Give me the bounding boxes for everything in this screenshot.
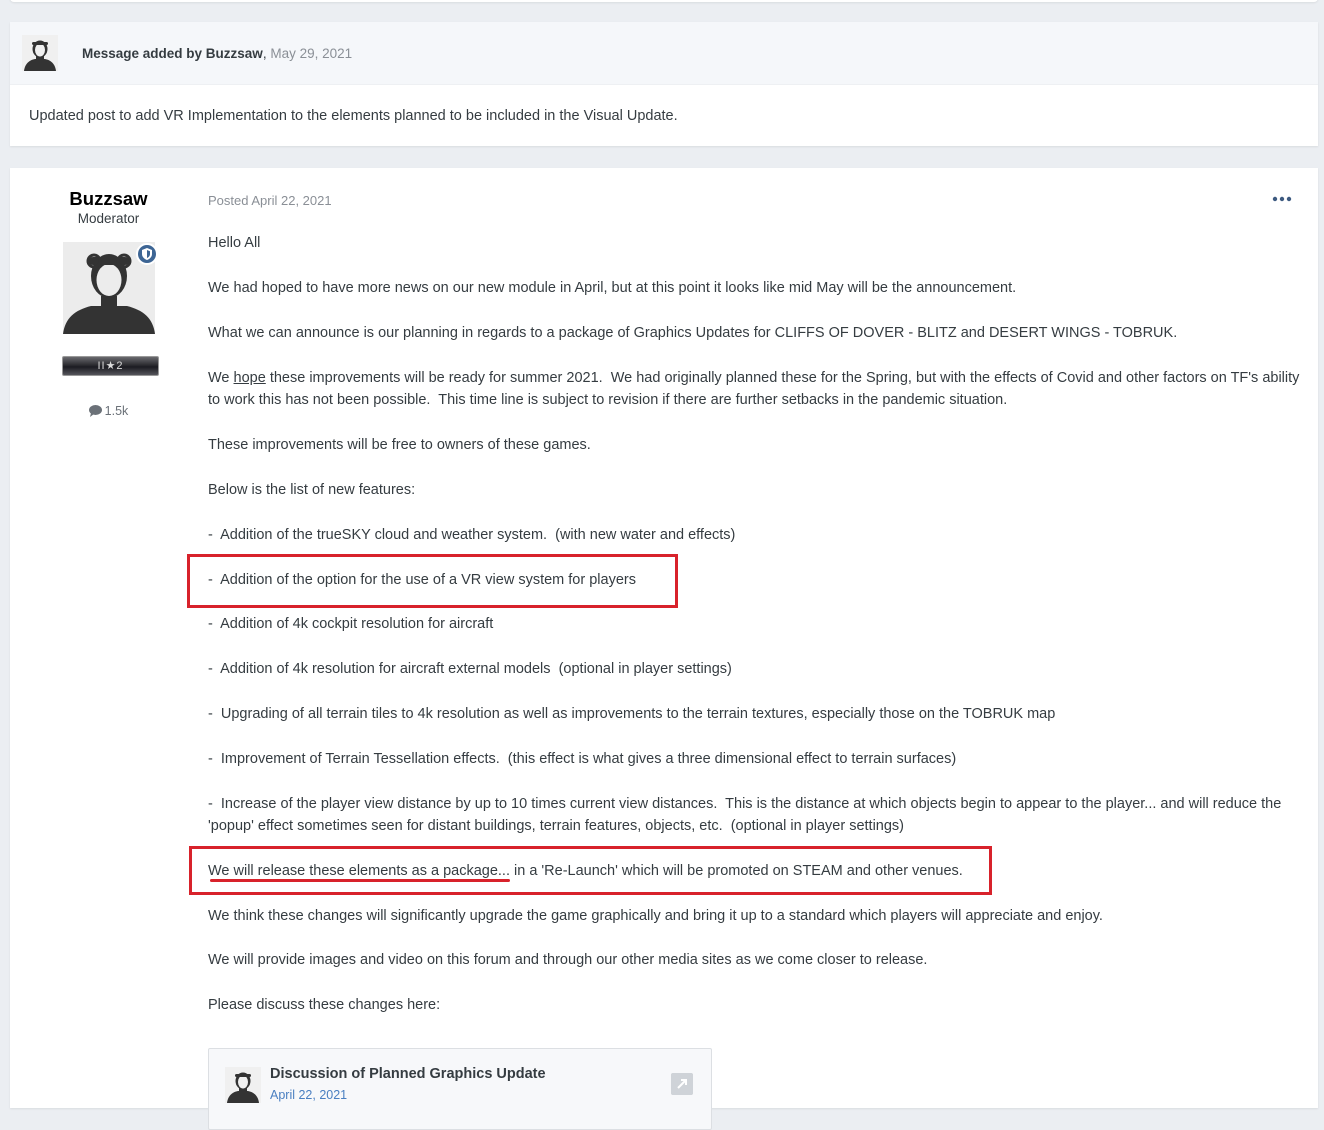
feature-item: - Addition of 4k cockpit resolution for … [208,616,494,632]
embed-title[interactable]: Discussion of Planned Graphics Update [270,1066,546,1082]
post-paragraph: Below is the list of new features: [208,482,416,498]
moderator-message-date: May 29, 2021 [270,45,353,61]
forum-post: Buzzsaw Moderator II★2 1.5k Posted April… [10,168,1318,1130]
pilot-avatar-icon[interactable] [22,35,58,71]
moderator-message-prefix: Message added by [82,45,206,61]
moderator-message-header: Message added by Buzzsaw, May 29, 2021 [10,22,1318,85]
author-role: Moderator [77,211,140,226]
shield-icon [142,248,152,260]
moderator-message-body: Updated post to add VR Implementation to… [29,108,678,124]
p3-lead: We [208,370,234,386]
moderator-message: Message added by Buzzsaw, May 29, 2021 U… [10,22,1318,146]
embedded-topic-link[interactable]: Discussion of Planned Graphics Update Ap… [208,1048,712,1130]
reply-count: 1.5k [10,404,207,418]
annotation-box-vr [187,554,678,608]
author-name[interactable]: Buzzsaw [10,188,207,210]
moderator-shield-badge [136,243,158,265]
post-paragraph: We had hoped to have more news on our ne… [208,280,1017,296]
hope-emphasis: hope [233,370,266,386]
pilot-avatar-icon [225,1067,261,1103]
comment-icon [88,405,102,417]
posted-date[interactable]: Posted April 22, 2021 [208,193,332,208]
moderator-message-meta: Message added by Buzzsaw, May 29, 2021 [82,46,352,61]
post-paragraph: We think these changes will significantl… [208,908,1103,924]
more-options-icon[interactable] [1272,194,1292,204]
reply-count-value: 1.5k [104,404,129,418]
rank-badge: II★2 [62,356,159,376]
p3-rest: these improvements will be ready for sum… [208,370,1304,408]
annotation-box-release [189,846,992,895]
post-paragraph: Please discuss these changes here: [208,997,441,1013]
post-paragraph: We will provide images and video on this… [208,952,928,968]
post-paragraph: What we can announce is our planning in … [208,325,1178,341]
feature-item: - Upgrading of all terrain tiles to 4k r… [208,706,1056,722]
annotation-underline-release [210,879,510,882]
previous-post-edge [10,0,1318,2]
feature-item: - Addition of 4k resolution for aircraft… [208,661,732,677]
post-paragraph: These improvements will be free to owner… [208,437,591,453]
post-paragraph: We hope these improvements will be ready… [208,367,1303,411]
feature-item: - Improvement of Terrain Tessellation ef… [208,751,957,767]
moderator-message-author[interactable]: Buzzsaw [206,46,263,61]
feature-item: - Increase of the player view distance b… [208,796,1286,834]
post-greeting: Hello All [208,235,261,251]
feature-item: - Addition of the trueSKY cloud and weat… [208,527,736,543]
embed-date: April 22, 2021 [270,1088,348,1102]
